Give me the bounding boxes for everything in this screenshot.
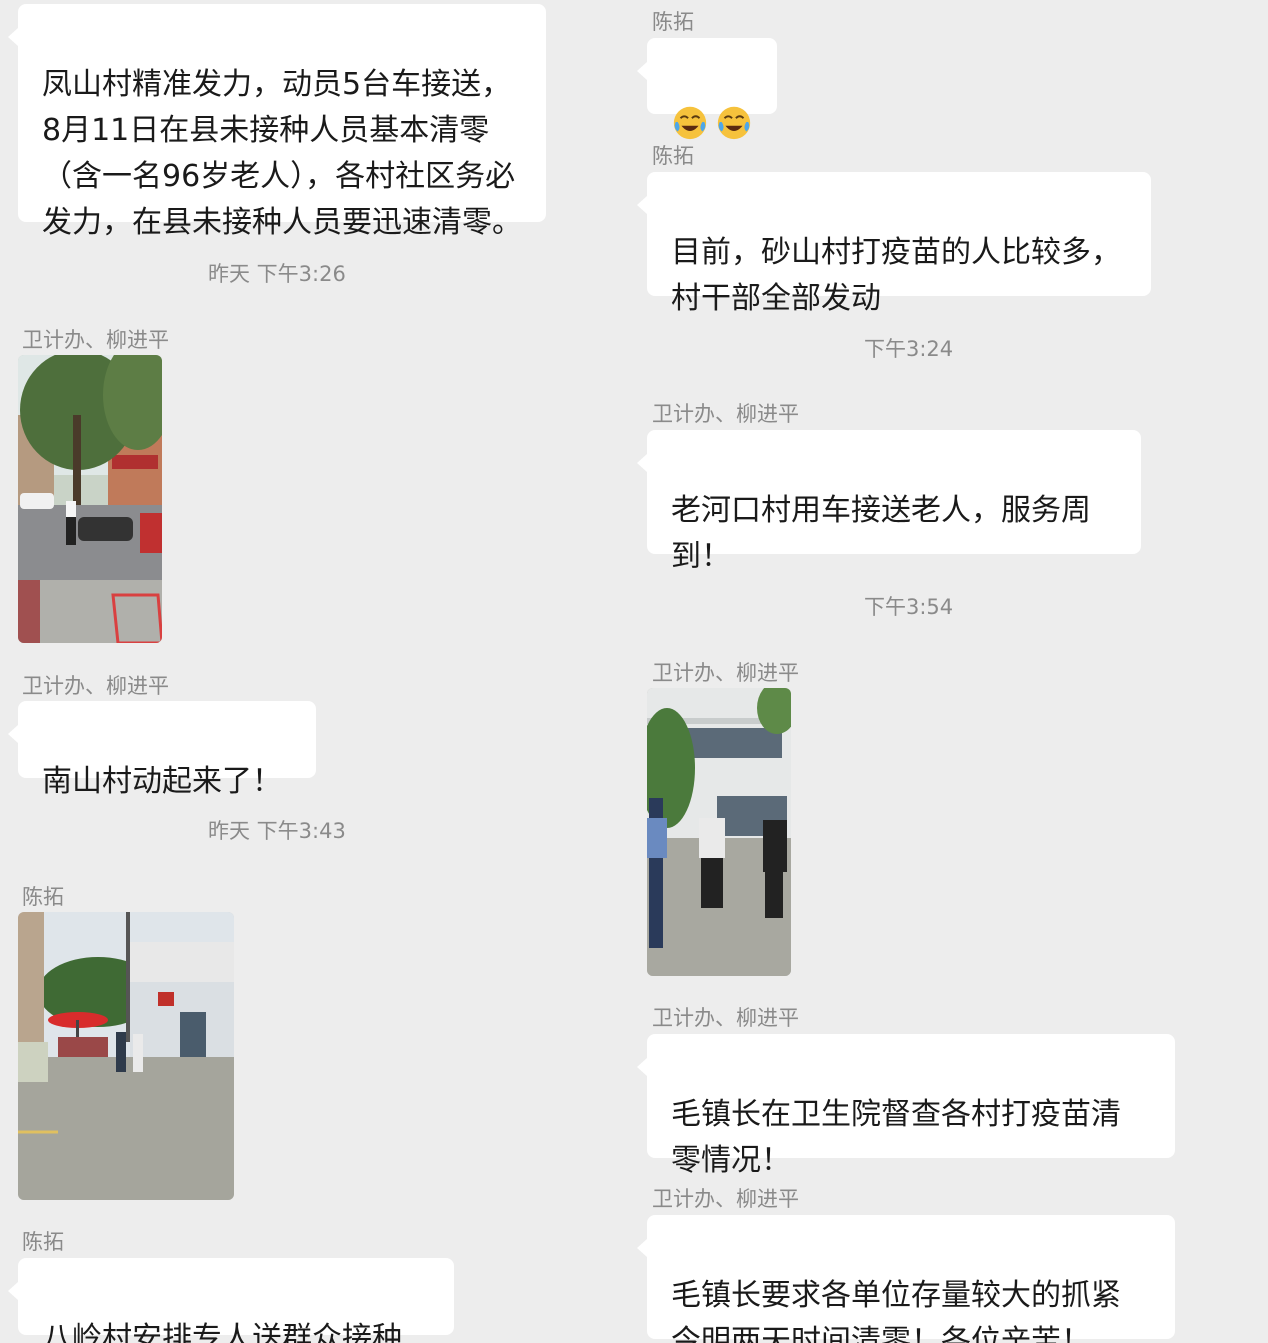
message-text: 毛镇长要求各单位存量较大的抓紧 今明两天时间清零！各位辛苦！ [671, 1278, 1121, 1343]
message-text: 老河口村用车接送老人，服务周 到！ [671, 493, 1091, 574]
message-bubble-fengshan[interactable]: 凤山村精准发力，动员5台车接送， 8月11日在县未接种人员基本清零 （含一名96… [8, 4, 546, 240]
timestamp: 下午3:54 [864, 595, 954, 619]
sender-name: 卫计办、柳进平 [22, 674, 169, 698]
sender-name: 陈拓 [652, 10, 694, 34]
timestamp: 昨天 下午3:43 [208, 819, 346, 843]
message-bubble-baling[interactable]: 八岭村安排专人送群众接种 [8, 1258, 454, 1343]
message-text: 南山村动起来了！ [42, 764, 282, 799]
sender-name: 卫计办、柳进平 [652, 1006, 799, 1030]
photo-street-scene[interactable] [18, 355, 162, 643]
emoji-message-bubble[interactable] [637, 38, 777, 140]
chat-column-right: 陈拓 陈拓 目前，砂山村打疫苗的人比较多， 村干部全部发动 下午3:24 卫计办… [634, 0, 1268, 1343]
sender-name: 卫计办、柳进平 [652, 402, 799, 426]
face-with-tears-of-joy-icon [673, 106, 707, 140]
message-text: 毛镇长在卫生院督查各村打疫苗清 零情况！ [671, 1097, 1121, 1178]
message-text: 凤山村精准发力，动员5台车接送， 8月11日在县未接种人员基本清零 （含一名96… [42, 67, 522, 240]
chat-column-left: 凤山村精准发力，动员5台车接送， 8月11日在县未接种人员基本清零 （含一名96… [0, 0, 634, 1343]
message-bubble-nanshan[interactable]: 南山村动起来了！ [8, 701, 316, 799]
timestamp: 昨天 下午3:26 [208, 262, 346, 286]
sender-name: 卫计办、柳进平 [652, 1187, 799, 1211]
timestamp: 下午3:24 [864, 337, 954, 361]
message-bubble-laohekou[interactable]: 老河口村用车接送老人，服务周 到！ [637, 430, 1141, 574]
sender-name: 卫计办、柳进平 [652, 661, 799, 685]
photo-building-umbrella[interactable] [18, 912, 234, 1200]
sender-name: 陈拓 [652, 144, 694, 168]
message-bubble-mao-request[interactable]: 毛镇长要求各单位存量较大的抓紧 今明两天时间清零！各位辛苦！ [637, 1215, 1175, 1343]
sender-name: 卫计办、柳进平 [22, 328, 169, 352]
message-text: 八岭村安排专人送群众接种 [42, 1321, 402, 1343]
sender-name: 陈拓 [22, 1230, 64, 1254]
message-text: 目前，砂山村打疫苗的人比较多， 村干部全部发动 [671, 235, 1121, 316]
sender-name: 陈拓 [22, 885, 64, 909]
face-with-tears-of-joy-icon [717, 106, 751, 140]
photo-health-center[interactable] [647, 688, 791, 976]
message-bubble-mao-inspection[interactable]: 毛镇长在卫生院督查各村打疫苗清 零情况！ [637, 1034, 1175, 1178]
message-bubble-shashan[interactable]: 目前，砂山村打疫苗的人比较多， 村干部全部发动 [637, 172, 1151, 316]
